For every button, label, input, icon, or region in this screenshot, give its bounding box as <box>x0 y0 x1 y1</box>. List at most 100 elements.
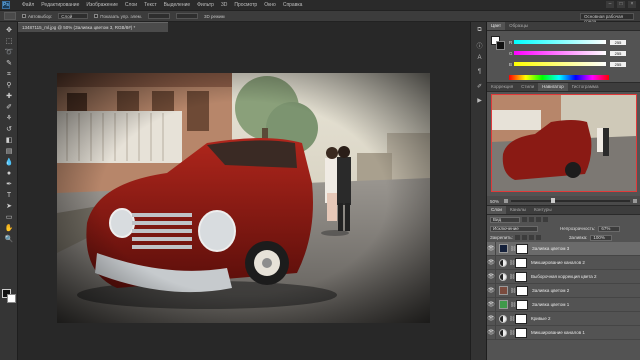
tab-adjustments[interactable]: Коррекция <box>487 83 517 91</box>
layer-row-channel-mixer-2[interactable]: 👁 ⛓ Микширование каналов 2 <box>487 255 640 270</box>
brush-tool-icon[interactable]: ✐ <box>2 103 16 112</box>
menu-image[interactable]: Изображение <box>86 2 118 8</box>
layer-name[interactable]: Микширование каналов 1 <box>531 330 585 335</box>
actions-panel-icon[interactable]: ▶ <box>474 97 485 106</box>
adjustment-layer-icon[interactable] <box>499 314 507 323</box>
shape-tool-icon[interactable]: ▭ <box>2 213 16 222</box>
fill-color-thumbnail[interactable] <box>499 244 508 253</box>
menu-type[interactable]: Текст <box>144 2 157 8</box>
dodge-tool-icon[interactable]: ● <box>2 169 16 178</box>
layer-row-fill-3[interactable]: 👁 ⛓ Заливка цветом 3 <box>487 241 640 256</box>
layer-row-fill-1[interactable]: 👁 ⛓ Заливка цветом 1 <box>487 297 640 312</box>
layer-name[interactable]: Заливка цветом 3 <box>532 246 569 251</box>
visibility-eye-icon[interactable]: 👁 <box>487 269 496 284</box>
visibility-eye-icon[interactable]: 👁 <box>487 325 496 340</box>
layer-mask-thumbnail[interactable] <box>515 327 527 338</box>
history-brush-tool-icon[interactable]: ↺ <box>2 125 16 134</box>
menu-view[interactable]: Просмотр <box>234 2 257 8</box>
hand-tool-icon[interactable]: ✋ <box>2 224 16 233</box>
tab-swatches[interactable]: Образцы <box>505 22 532 30</box>
character-panel-icon[interactable]: A <box>474 55 485 64</box>
eraser-tool-icon[interactable]: ◧ <box>2 136 16 145</box>
tab-channels[interactable]: Каналы <box>506 206 530 214</box>
navigator-zoom-value[interactable]: 50% <box>490 199 504 204</box>
paragraph-panel-icon[interactable]: ¶ <box>474 69 485 78</box>
adjustment-layer-icon[interactable] <box>499 272 507 281</box>
layer-name[interactable]: Заливка цветом 2 <box>532 288 569 293</box>
workspace-switcher[interactable]: Основная рабочая среда <box>580 13 634 24</box>
layer-mask-thumbnail[interactable] <box>515 313 527 324</box>
pen-tool-icon[interactable]: ✒ <box>2 180 16 189</box>
layer-mask-thumbnail[interactable] <box>516 299 528 310</box>
filter-shape-icon[interactable] <box>543 217 548 222</box>
tab-color[interactable]: Цвет <box>487 22 506 30</box>
fill-field[interactable]: 100% <box>590 234 613 241</box>
slider-b-value[interactable]: 255 <box>610 61 626 67</box>
move-tool-preset-icon[interactable] <box>4 12 16 20</box>
filter-type-icon[interactable] <box>536 217 541 222</box>
auto-select-dropdown[interactable]: Слой <box>58 13 89 19</box>
maximize-icon[interactable]: □ <box>617 1 625 8</box>
gradient-tool-icon[interactable]: ▤ <box>2 147 16 156</box>
slider-r-track[interactable] <box>514 40 606 44</box>
history-panel-icon[interactable]: ⧉ <box>474 27 485 36</box>
layer-name[interactable]: Кривые 2 <box>531 316 551 321</box>
filter-pixel-icon[interactable] <box>522 217 527 222</box>
menu-filter[interactable]: Фильтр <box>197 2 214 8</box>
lock-image-icon[interactable] <box>521 235 527 240</box>
blend-mode-dropdown[interactable]: Исключение <box>490 225 538 232</box>
brush-panel-icon[interactable]: ✐ <box>474 83 485 92</box>
layer-row-channel-mixer-1[interactable]: 👁 ⛓ Микширование каналов 1 <box>487 325 640 340</box>
zoom-in-icon[interactable] <box>633 199 637 203</box>
filter-adjustment-icon[interactable] <box>529 217 534 222</box>
document-tab[interactable]: 13487115_ml.jpg @ 50% (Заливка цветом 3,… <box>18 22 168 32</box>
align-buttons[interactable] <box>148 13 171 19</box>
quick-select-tool-icon[interactable]: ✎ <box>2 59 16 68</box>
move-tool-icon[interactable]: ✥ <box>2 26 16 35</box>
layer-row-selective-color-2[interactable]: 👁 ⛓ Выборочная коррекция цвета 2 <box>487 269 640 284</box>
tab-styles[interactable]: Стили <box>517 83 538 91</box>
opacity-field[interactable]: 67% <box>598 225 621 232</box>
adjustment-layer-icon[interactable] <box>499 258 507 267</box>
background-color-swatch[interactable] <box>7 294 16 303</box>
blur-tool-icon[interactable]: 💧 <box>2 158 16 167</box>
distribute-buttons[interactable] <box>176 13 199 19</box>
auto-select-checkbox[interactable]: Автовыбор: <box>22 14 52 19</box>
eyedropper-tool-icon[interactable]: ⚲ <box>2 81 16 90</box>
fill-color-thumbnail[interactable] <box>499 300 508 309</box>
menu-help[interactable]: Справка <box>283 2 303 8</box>
visibility-eye-icon[interactable]: 👁 <box>487 283 496 298</box>
navigator-zoom-slider[interactable] <box>511 198 630 203</box>
clone-stamp-tool-icon[interactable]: ⚘ <box>2 114 16 123</box>
color-panel-swatches[interactable] <box>491 36 505 50</box>
type-tool-icon[interactable]: T <box>2 191 16 200</box>
layer-name[interactable]: Микширование каналов 2 <box>531 260 585 265</box>
layer-filter-dropdown[interactable]: Вид <box>490 216 520 223</box>
slider-g-value[interactable]: 255 <box>610 50 626 56</box>
slider-r-value[interactable]: 255 <box>610 39 626 45</box>
tab-navigator[interactable]: Навигатор <box>538 83 568 91</box>
layer-name[interactable]: Выборочная коррекция цвета 2 <box>531 274 597 279</box>
fill-color-thumbnail[interactable] <box>499 286 508 295</box>
menu-3d[interactable]: 3D <box>221 2 227 8</box>
layer-mask-thumbnail[interactable] <box>515 257 527 268</box>
healing-brush-tool-icon[interactable]: ✚ <box>2 92 16 101</box>
layer-mask-thumbnail[interactable] <box>516 285 528 296</box>
slider-g-track[interactable] <box>514 51 606 55</box>
lock-position-icon[interactable] <box>528 235 534 240</box>
info-panel-icon[interactable]: ⓘ <box>474 41 485 50</box>
navigator-view-box[interactable] <box>491 94 637 192</box>
slider-r[interactable]: R 255 <box>509 39 635 45</box>
navigator-zoom-knob[interactable] <box>551 198 556 203</box>
visibility-eye-icon[interactable]: 👁 <box>487 311 496 326</box>
layer-name[interactable]: Заливка цветом 1 <box>532 302 569 307</box>
menu-layer[interactable]: Слои <box>125 2 137 8</box>
zoom-out-icon[interactable] <box>504 199 508 203</box>
menu-edit[interactable]: Редактирование <box>41 2 79 8</box>
color-swatches[interactable] <box>2 289 16 303</box>
tab-histogram[interactable]: Гистограмма <box>568 83 603 91</box>
minimize-icon[interactable]: – <box>606 1 614 8</box>
lock-all-icon[interactable] <box>535 235 541 240</box>
tab-layers[interactable]: Слои <box>487 206 506 214</box>
menu-window[interactable]: Окно <box>264 2 276 8</box>
